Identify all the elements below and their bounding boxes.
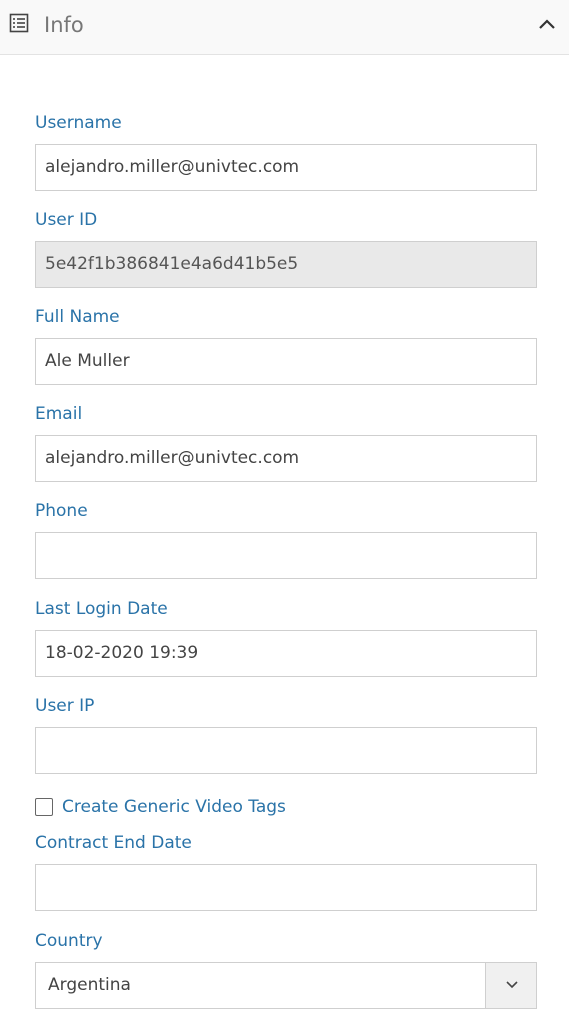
info-panel-header[interactable]: Info	[0, 0, 569, 55]
username-label: Username	[35, 113, 122, 133]
contract-end-date-label: Contract End Date	[35, 833, 192, 853]
last-login-date-label: Last Login Date	[35, 599, 168, 619]
country-label: Country	[35, 931, 103, 951]
user-id-field: 5e42f1b386841e4a6d41b5e5	[35, 241, 537, 288]
user-ip-label: User IP	[35, 696, 95, 716]
phone-input[interactable]	[35, 532, 537, 579]
country-select[interactable]: Argentina	[35, 962, 537, 1009]
user-ip-input[interactable]	[35, 727, 537, 774]
chevron-up-icon[interactable]	[535, 14, 559, 34]
create-generic-video-tags-label[interactable]: Create Generic Video Tags	[62, 797, 286, 817]
full-name-input[interactable]: Ale Muller	[35, 338, 537, 385]
chevron-down-icon	[506, 981, 518, 989]
create-generic-video-tags-checkbox[interactable]	[35, 798, 53, 816]
country-dropdown-button[interactable]	[485, 963, 536, 1008]
panel-title: Info	[44, 13, 84, 37]
email-input[interactable]: alejandro.miller@univtec.com	[35, 435, 537, 482]
username-input[interactable]: alejandro.miller@univtec.com	[35, 144, 537, 191]
contract-end-date-input[interactable]	[35, 864, 537, 911]
user-id-label: User ID	[35, 210, 98, 230]
full-name-label: Full Name	[35, 307, 120, 327]
phone-label: Phone	[35, 501, 88, 521]
last-login-date-input[interactable]: 18-02-2020 19:39	[35, 630, 537, 677]
email-label: Email	[35, 404, 83, 424]
list-icon	[9, 13, 29, 33]
country-selected-value: Argentina	[48, 975, 131, 995]
